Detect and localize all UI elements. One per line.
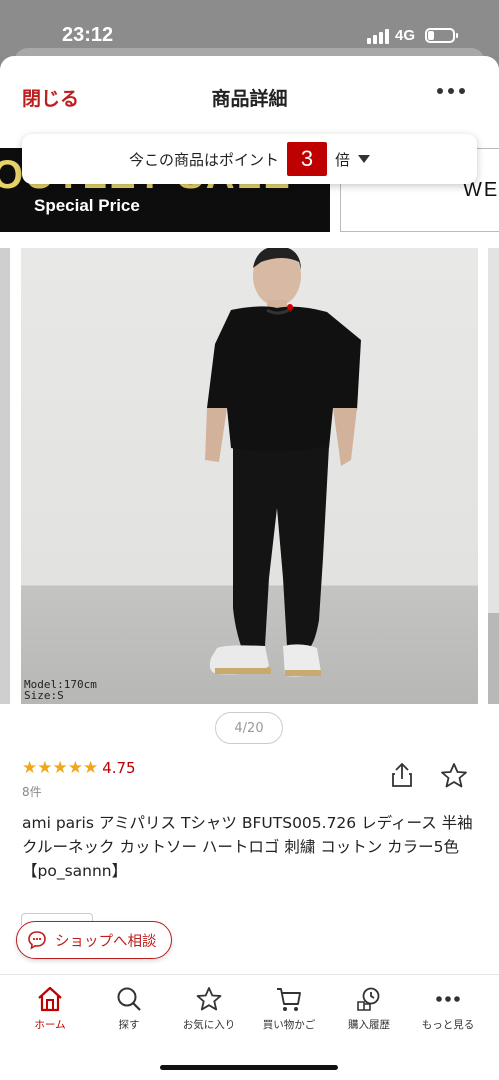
nav-history[interactable]: 購入履歴 xyxy=(329,985,409,1032)
product-photo[interactable]: Model:170cm Size:S xyxy=(21,248,478,704)
points-suffix: 倍 xyxy=(335,150,351,169)
star-icon xyxy=(196,987,222,1011)
battery-icon xyxy=(425,28,458,43)
points-bar[interactable]: 今この商品はポイント 3 倍 xyxy=(22,134,477,184)
home-icon xyxy=(38,986,62,1012)
prev-image-peek[interactable] xyxy=(0,248,10,704)
shop-consult-label: ショップへ相談 xyxy=(55,933,157,950)
nav-more[interactable]: もっと見る xyxy=(408,985,488,1032)
points-prefix: 今この商品はポイント xyxy=(128,150,279,169)
shop-consult-button[interactable]: ショップへ相談 xyxy=(16,921,172,959)
image-pager: 4/20 xyxy=(215,712,283,744)
nav-favorites-label: お気に入り xyxy=(182,1019,236,1031)
next-image-peek[interactable] xyxy=(488,248,499,704)
image-carousel[interactable]: Model:170cm Size:S xyxy=(0,246,499,706)
status-indicators: 4G xyxy=(366,27,458,44)
nav-cart[interactable]: 買い物かご xyxy=(249,985,329,1032)
model-size: Size:S xyxy=(24,689,64,702)
search-icon xyxy=(117,987,141,1011)
nav-home-label: ホーム xyxy=(34,1019,66,1031)
nav-cart-label: 買い物かご xyxy=(262,1019,316,1031)
more-dots-icon xyxy=(436,996,460,1002)
points-multiplier-badge: 3 xyxy=(287,142,327,176)
star-favorite-icon[interactable] xyxy=(440,762,468,792)
nav-home[interactable]: ホーム xyxy=(10,985,90,1032)
network-type: 4G xyxy=(394,27,415,44)
more-options-icon[interactable] xyxy=(437,88,465,94)
star-rating-icon: ★★★★★ xyxy=(22,758,99,778)
sale-banner-subtitle: Special Price xyxy=(34,196,140,215)
nav-favorites[interactable]: お気に入り xyxy=(169,985,249,1032)
signal-icon xyxy=(366,28,389,44)
rating[interactable]: ★★★★★ 4.75 xyxy=(22,758,136,778)
product-title: ami paris アミパリス Tシャツ BFUTS005.726 レディース … xyxy=(22,814,473,880)
nav-search-label: 探す xyxy=(118,1019,140,1031)
review-count[interactable]: 8件 xyxy=(22,783,42,800)
photo-caption: Model:170cm Size:S xyxy=(24,679,97,701)
model-figure-image xyxy=(205,248,361,677)
share-icon[interactable] xyxy=(390,762,414,792)
nav-search[interactable]: 探す xyxy=(89,985,169,1032)
cart-icon xyxy=(277,988,301,1011)
product-detail-sheet: 閉じる 商品詳細 OUTLET SALE Special Price WE 今こ… xyxy=(0,56,499,1080)
chat-icon xyxy=(27,930,47,954)
status-time: 23:12 xyxy=(62,24,114,46)
nav-more-label: もっと見る xyxy=(421,1019,475,1031)
rating-value: 4.75 xyxy=(102,759,136,777)
history-icon xyxy=(357,987,380,1011)
nav-history-label: 購入履歴 xyxy=(348,1019,390,1031)
home-indicator xyxy=(160,1065,338,1070)
bottom-navigation: ホーム 探す お気に入り 買い物かご 購入履歴 もっと見る xyxy=(0,974,499,1080)
chevron-down-icon xyxy=(358,155,371,163)
page-title: 商品詳細 xyxy=(211,88,288,110)
header: 閉じる 商品詳細 xyxy=(0,56,499,134)
